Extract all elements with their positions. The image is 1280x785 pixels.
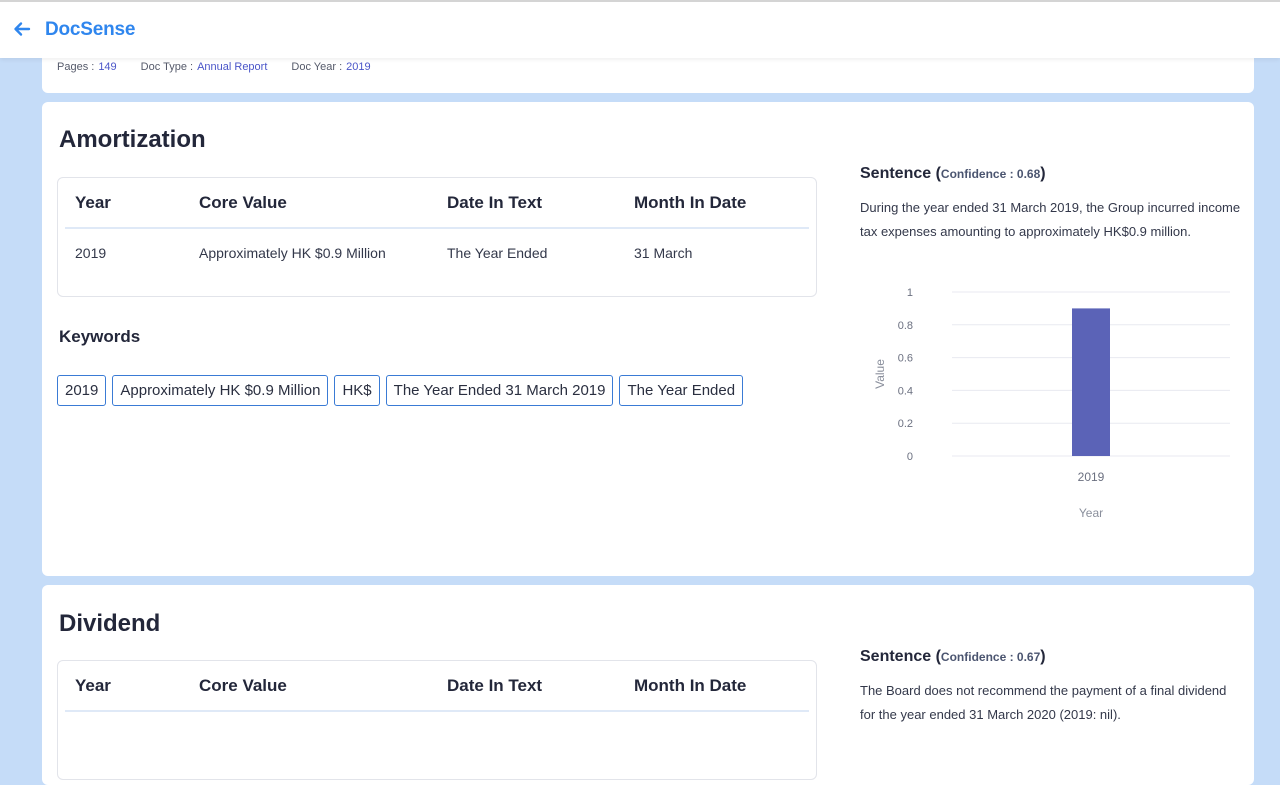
cell-core-value: Approximately HK $0.9 Million [199,245,386,261]
column-header-core-value: Core Value [199,676,287,695]
amortization-card: Amortization Year Core Value Date In Tex… [42,102,1254,576]
extraction-table: Year Core Value Date In Text Month In Da… [57,660,817,780]
sentence-close: ) [1040,165,1046,182]
sentence-heading: Sentence (Confidence : 0.68) [860,165,1046,183]
header-divider [65,710,809,712]
sentence-close: ) [1040,648,1046,665]
keyword-chip[interactable]: HK$ [334,375,380,406]
keyword-chip[interactable]: 2019 [57,375,107,406]
meta-docyear: Doc Year :2019 [291,61,370,73]
meta-pages-value: 149 [98,61,117,73]
column-header-month-in-date: Month In Date [634,193,747,212]
x-tick-label: 2019 [1078,470,1105,484]
confidence-score: Confidence : 0.68 [940,167,1041,181]
meta-doctype: Doc Type : Annual Report [141,61,268,73]
header-divider [65,227,809,229]
sentence-label: Sentence ( [860,165,941,182]
meta-doctype-value: Annual Report [197,61,268,73]
keyword-chip[interactable]: The Year Ended [619,375,744,406]
column-header-date-in-text: Date In Text [447,676,543,695]
section-title: Dividend [59,610,161,637]
column-header-year: Year [75,193,111,212]
extraction-table: Year Core Value Date In Text Month In Da… [57,177,817,297]
value-bar-chart: 1 0.8 0.6 0.4 0.2 0 2019 Year Value [873,287,1230,520]
cell-date-in-text: The Year Ended [447,245,548,261]
meta-docyear-value: 2019 [346,61,371,73]
meta-pages: Pages :149 [57,61,117,73]
keyword-chip[interactable]: The Year Ended 31 March 2019 [385,375,614,406]
meta-doctype-label: Doc Type : [140,61,194,73]
column-header-core-value: Core Value [199,193,287,212]
meta-pages-label: Pages : [57,61,95,73]
y-tick-label: 0.2 [898,418,913,430]
dividend-card: Dividend Year Core Value Date In Text Mo… [42,585,1254,785]
sentence-heading: Sentence (Confidence : 0.67) [860,648,1046,666]
sentence-text: During the year ended 31 March 2019, the… [860,200,1241,239]
bar [1072,308,1110,456]
app-title[interactable]: DocSense [45,19,135,41]
y-tick-label: 0.6 [898,353,913,365]
y-tick-label: 1 [907,287,913,299]
sentence-label: Sentence ( [860,648,941,665]
confidence-score: Confidence : 0.67 [940,650,1041,664]
keyword-chip[interactable]: Approximately HK $0.9 Million [112,375,329,406]
x-axis-label: Year [1079,506,1103,520]
top-bar: DocSense [0,0,1280,58]
y-tick-label: 0.8 [898,320,913,332]
y-axis-label: Value [873,359,887,389]
back-arrow-icon[interactable] [12,19,32,39]
column-header-year: Year [75,676,111,695]
keywords-title: Keywords [59,327,141,346]
keyword-chips: 2019 Approximately HK $0.9 Million HK$ T… [57,375,744,406]
document-meta: Pages :149 Doc Type : Annual Report Doc Y… [57,61,371,73]
y-tick-label: 0.4 [898,385,913,397]
section-title: Amortization [59,126,206,153]
y-tick-label: 0 [907,451,913,463]
cell-month-in-date: 31 March [634,245,693,261]
cell-year: 2019 [75,245,107,261]
column-header-month-in-date: Month In Date [634,676,747,695]
column-header-date-in-text: Date In Text [447,193,543,212]
meta-docyear-label: Doc Year : [291,61,343,73]
